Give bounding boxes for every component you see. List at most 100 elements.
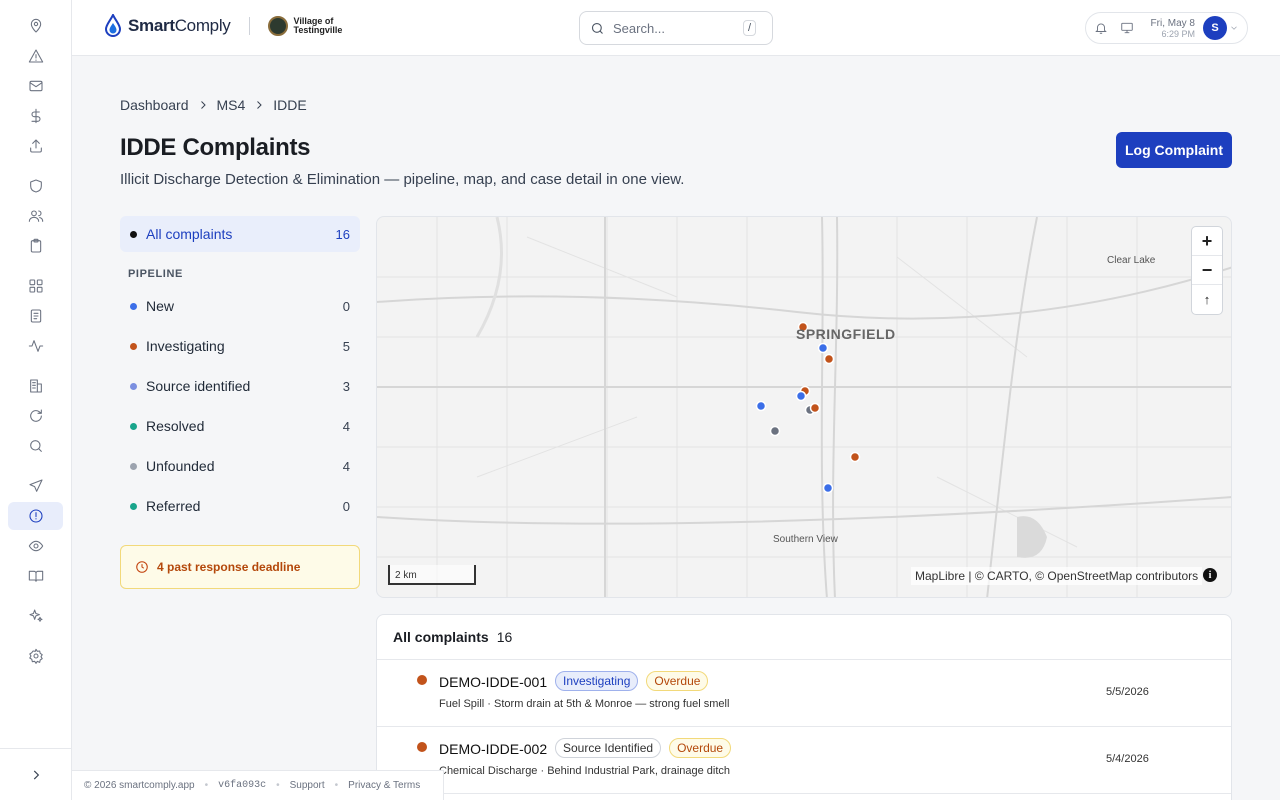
info-icon[interactable]: i bbox=[1203, 568, 1217, 582]
expand-sidebar-button[interactable] bbox=[0, 748, 72, 800]
complaint-row[interactable]: DEMO-IDDE-001 Investigating Overdue Fuel… bbox=[377, 660, 1231, 727]
search-shortcut: / bbox=[743, 20, 757, 36]
stage-label: Unfounded bbox=[146, 458, 215, 474]
deadline-alert[interactable]: 4 past response deadline bbox=[120, 545, 360, 589]
village-name: Village of Testingville bbox=[293, 16, 343, 35]
status-dot bbox=[417, 742, 427, 752]
complaint-date: 5/5/2026 bbox=[1106, 686, 1149, 698]
search-box[interactable]: / bbox=[579, 11, 773, 45]
avatar[interactable]: S bbox=[1203, 16, 1227, 40]
chevron-right-icon bbox=[257, 101, 263, 109]
complaint-row[interactable]: DEMO-IDDE-002 Source Identified Overdue … bbox=[377, 727, 1231, 794]
filter-label: All complaints bbox=[146, 226, 233, 242]
support-link[interactable]: Support bbox=[290, 780, 325, 791]
pipeline-stage-resolved[interactable]: Resolved 4 bbox=[120, 406, 360, 446]
deadline-text: 4 past response deadline bbox=[157, 560, 301, 574]
footer: © 2026 smartcomply.app • v6fa093c • Supp… bbox=[72, 770, 444, 800]
chevron-down-icon bbox=[1231, 26, 1237, 30]
complaint-pin[interactable] bbox=[817, 342, 829, 354]
filter-all-complaints[interactable]: All complaints 16 bbox=[120, 216, 360, 252]
place-label: Southern View bbox=[773, 534, 838, 545]
topbar: SmartComply Village of Testingville / Fr… bbox=[72, 0, 1280, 56]
complaint-pin[interactable] bbox=[795, 390, 807, 402]
list-count: 16 bbox=[496, 629, 513, 645]
complaint-description: Chemical Discharge · Behind Industrial P… bbox=[439, 765, 731, 777]
logo[interactable]: SmartComply Village of Testingville bbox=[104, 14, 342, 38]
status-dot bbox=[417, 675, 427, 685]
place-label: Clear Lake bbox=[1107, 255, 1156, 266]
zoom-out-button[interactable]: − bbox=[1192, 256, 1222, 285]
datetime: Fri, May 8 6:29 PM bbox=[1151, 18, 1195, 39]
monitor-icon[interactable] bbox=[1120, 21, 1134, 35]
clock-icon bbox=[136, 561, 148, 573]
status-dot bbox=[130, 382, 137, 390]
complaints-map[interactable]: SPRINGFIELD Clear Lake Southern View + −… bbox=[376, 216, 1232, 598]
current-time: 6:29 PM bbox=[1161, 28, 1195, 39]
logo-divider bbox=[248, 17, 250, 35]
map-pin-icon[interactable] bbox=[8, 12, 63, 40]
list-header: All complaints 16 bbox=[377, 615, 1231, 660]
status-dot bbox=[130, 230, 137, 238]
log-complaint-button[interactable]: Log Complaint bbox=[1116, 132, 1232, 168]
document-icon[interactable] bbox=[8, 302, 63, 330]
breadcrumb-idde: IDDE bbox=[273, 97, 307, 113]
privacy-link[interactable]: Privacy & Terms bbox=[348, 780, 420, 791]
complaint-pin[interactable] bbox=[823, 353, 835, 365]
complaint-pin[interactable] bbox=[822, 482, 834, 494]
status-dot bbox=[130, 342, 137, 350]
settings-icon[interactable] bbox=[8, 642, 63, 670]
complaint-id[interactable]: DEMO-IDDE-002 bbox=[439, 741, 547, 757]
building-icon[interactable] bbox=[8, 372, 63, 400]
search-input[interactable] bbox=[613, 20, 743, 36]
breadcrumb-dashboard[interactable]: Dashboard bbox=[120, 97, 189, 113]
eye-icon[interactable] bbox=[8, 532, 63, 560]
sidebar bbox=[0, 0, 72, 800]
stage-count: 0 bbox=[342, 298, 350, 314]
stage-label: New bbox=[146, 298, 175, 314]
zoom-in-button[interactable]: + bbox=[1192, 227, 1222, 256]
village-seal-icon bbox=[267, 16, 288, 36]
users-icon[interactable] bbox=[8, 202, 63, 230]
bell-icon[interactable] bbox=[1094, 21, 1108, 35]
grid-icon[interactable] bbox=[8, 272, 63, 300]
clipboard-icon[interactable] bbox=[8, 232, 63, 260]
compass-button[interactable]: ↑ bbox=[1192, 285, 1222, 314]
complaint-description: Fuel Spill · Storm drain at 5th & Monroe… bbox=[439, 698, 730, 710]
list-title: All complaints bbox=[393, 629, 489, 645]
pipeline-stage-investigating[interactable]: Investigating 5 bbox=[120, 326, 360, 366]
stage-count: 4 bbox=[342, 418, 350, 434]
refresh-icon[interactable] bbox=[8, 402, 63, 430]
sparkles-icon[interactable] bbox=[8, 602, 63, 630]
stage-label: Resolved bbox=[146, 418, 205, 434]
search-icon[interactable] bbox=[8, 432, 63, 460]
complaints-list: All complaints 16 DEMO-IDDE-001 Investig… bbox=[376, 614, 1232, 800]
book-icon[interactable] bbox=[8, 562, 63, 590]
complaint-id[interactable]: DEMO-IDDE-001 bbox=[439, 674, 547, 690]
complaint-pin[interactable] bbox=[849, 451, 861, 463]
page-subtitle: Illicit Discharge Detection & Eliminatio… bbox=[120, 171, 685, 188]
dollar-icon[interactable] bbox=[8, 102, 63, 130]
activity-icon[interactable] bbox=[8, 332, 63, 360]
pipeline-stage-source-identified[interactable]: Source identified 3 bbox=[120, 366, 360, 406]
breadcrumb-ms4[interactable]: MS4 bbox=[217, 97, 246, 113]
search-icon bbox=[591, 22, 603, 34]
mail-icon[interactable] bbox=[8, 72, 63, 100]
complaint-pin[interactable] bbox=[809, 402, 821, 414]
complaint-pin[interactable] bbox=[769, 425, 781, 437]
page-title: IDDE Complaints bbox=[120, 134, 311, 161]
pipeline-heading: PIPELINE bbox=[128, 268, 183, 280]
pipeline-stage-referred[interactable]: Referred 0 bbox=[120, 486, 360, 526]
pipeline-panel: All complaints 16 PIPELINE New 0 Investiga… bbox=[120, 216, 360, 526]
stage-count: 0 bbox=[342, 498, 350, 514]
alert-circle-icon[interactable] bbox=[8, 502, 63, 530]
pipeline-stage-unfounded[interactable]: Unfounded 4 bbox=[120, 446, 360, 486]
user-menu[interactable]: Fri, May 8 6:29 PM S bbox=[1085, 12, 1248, 44]
map-attribution[interactable]: MapLibre | © CARTO, © OpenStreetMap cont… bbox=[911, 567, 1203, 585]
alert-triangle-icon[interactable] bbox=[8, 42, 63, 70]
send-icon[interactable] bbox=[8, 472, 63, 500]
status-badge: Investigating bbox=[555, 671, 639, 691]
upload-icon[interactable] bbox=[8, 132, 63, 160]
pipeline-stage-new[interactable]: New 0 bbox=[120, 286, 360, 326]
complaint-pin[interactable] bbox=[755, 400, 767, 412]
shield-icon[interactable] bbox=[8, 172, 63, 200]
